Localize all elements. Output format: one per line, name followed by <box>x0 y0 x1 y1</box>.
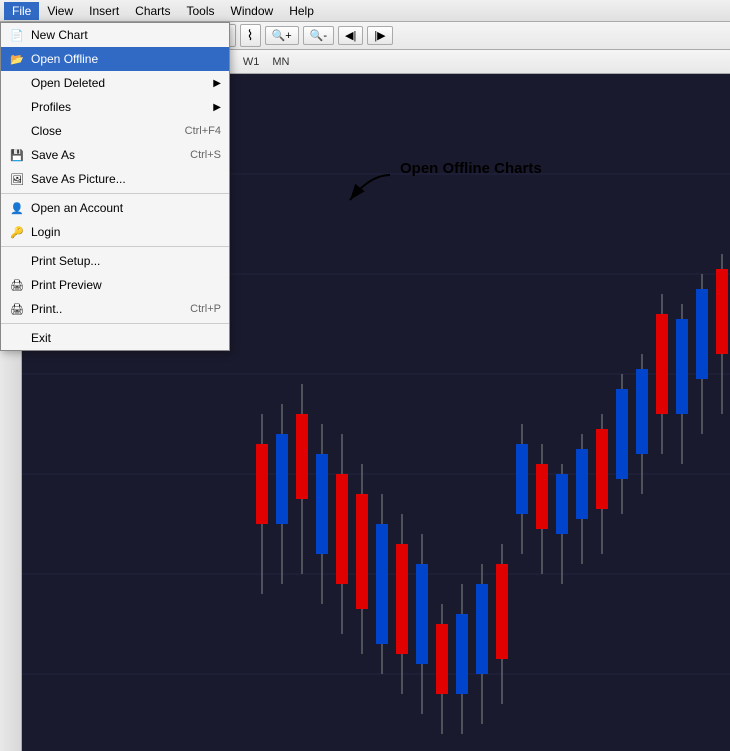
save-as-shortcut: Ctrl+S <box>190 149 221 161</box>
zoom-in-btn[interactable]: 🔍+ <box>265 26 299 45</box>
login-icon: 🔑 <box>9 224 25 240</box>
menu-charts[interactable]: Charts <box>127 2 178 20</box>
menu-print-setup[interactable]: Print Setup... <box>1 249 229 273</box>
menu-login[interactable]: 🔑 Login <box>1 220 229 244</box>
chart-line-icon-btn[interactable]: ⌇ <box>240 24 261 47</box>
print-label: Print.. <box>31 302 62 316</box>
separator-1 <box>1 193 229 194</box>
menu-file[interactable]: File <box>4 2 39 20</box>
open-deleted-icon <box>9 75 25 91</box>
open-offline-icon: 📂 <box>9 51 25 67</box>
menu-save-as[interactable]: 💾 Save As Ctrl+S <box>1 143 229 167</box>
menu-print-preview[interactable]: 🖨 Print Preview <box>1 273 229 297</box>
open-offline-label: Open Offline <box>31 52 98 66</box>
print-setup-label: Print Setup... <box>31 254 100 268</box>
menu-open-account[interactable]: 👤 Open an Account <box>1 196 229 220</box>
menu-open-offline[interactable]: 📂 Open Offline <box>1 47 229 71</box>
login-label: Login <box>31 225 60 239</box>
close-icon <box>9 123 25 139</box>
menu-profiles[interactable]: Profiles ▶ <box>1 95 229 119</box>
save-as-picture-icon: 🖼 <box>9 171 25 187</box>
menu-save-as-picture[interactable]: 🖼 Save As Picture... <box>1 167 229 191</box>
menubar: File View Insert Charts Tools Window Hel… <box>0 0 730 22</box>
scroll-right-btn[interactable]: |▶ <box>367 26 392 45</box>
menu-window[interactable]: Window <box>223 2 282 20</box>
menu-close[interactable]: Close Ctrl+F4 <box>1 119 229 143</box>
menu-help[interactable]: Help <box>281 2 322 20</box>
tf-mn[interactable]: MN <box>266 53 295 71</box>
zoom-out-btn[interactable]: 🔍- <box>303 26 334 45</box>
menu-print[interactable]: 🖨 Print.. Ctrl+P <box>1 297 229 321</box>
exit-label: Exit <box>31 331 51 345</box>
save-as-icon: 💾 <box>9 147 25 163</box>
file-dropdown-menu: 📄 New Chart 📂 Open Offline Open Deleted … <box>0 22 230 351</box>
scroll-left-btn[interactable]: ◀| <box>338 26 363 45</box>
print-setup-icon <box>9 253 25 269</box>
save-as-label: Save As <box>31 148 75 162</box>
open-deleted-arrow: ▶ <box>213 78 221 89</box>
menu-open-deleted[interactable]: Open Deleted ▶ <box>1 71 229 95</box>
print-shortcut: Ctrl+P <box>190 303 221 315</box>
exit-icon <box>9 330 25 346</box>
menu-insert[interactable]: Insert <box>81 2 127 20</box>
tf-w1[interactable]: W1 <box>237 53 266 71</box>
menu-tools[interactable]: Tools <box>179 2 223 20</box>
menu-exit[interactable]: Exit <box>1 326 229 350</box>
profiles-label: Profiles <box>31 100 71 114</box>
open-account-label: Open an Account <box>31 201 123 215</box>
menu-view[interactable]: View <box>39 2 81 20</box>
new-chart-label: New Chart <box>31 28 88 42</box>
print-icon: 🖨 <box>9 301 25 317</box>
open-account-icon: 👤 <box>9 200 25 216</box>
separator-3 <box>1 323 229 324</box>
close-label: Close <box>31 124 62 138</box>
print-preview-icon: 🖨 <box>9 277 25 293</box>
profiles-arrow: ▶ <box>213 102 221 113</box>
print-preview-label: Print Preview <box>31 278 102 292</box>
menu-new-chart[interactable]: 📄 New Chart <box>1 23 229 47</box>
profiles-icon <box>9 99 25 115</box>
new-chart-icon: 📄 <box>9 27 25 43</box>
close-shortcut: Ctrl+F4 <box>185 125 221 137</box>
open-deleted-label: Open Deleted <box>31 76 105 90</box>
separator-2 <box>1 246 229 247</box>
save-as-picture-label: Save As Picture... <box>31 172 126 186</box>
